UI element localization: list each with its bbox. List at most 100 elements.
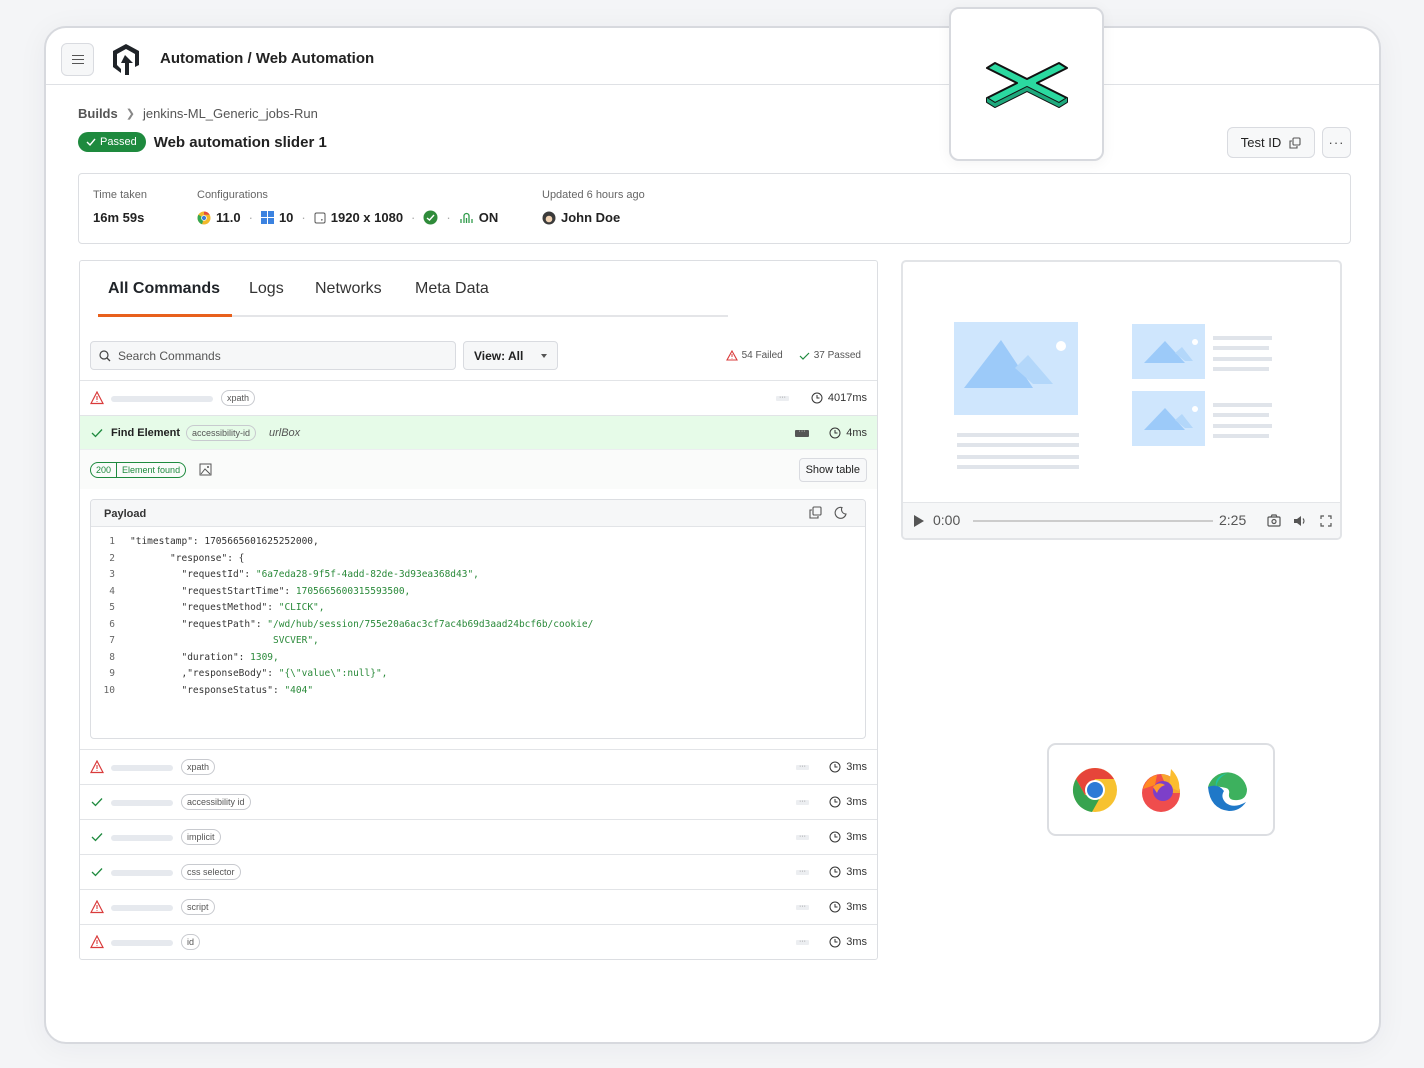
duration: 3ms — [829, 866, 867, 878]
line-number: 6 — [109, 618, 115, 630]
separator: · — [411, 210, 416, 225]
chrome-icon — [1072, 767, 1117, 812]
play-icon[interactable] — [913, 515, 924, 527]
code-line: 8 "duration": 1309, — [91, 652, 865, 669]
separator: · — [248, 210, 253, 225]
menu-button[interactable] — [61, 43, 94, 76]
clock-icon — [829, 901, 841, 913]
more-options-button[interactable]: ··· — [1322, 127, 1351, 158]
video-seek-bar[interactable] — [973, 520, 1213, 522]
duration-value: 4ms — [846, 427, 867, 439]
command-row-selected[interactable]: Find Element accessibility-id urlBox ···… — [80, 415, 877, 450]
more-icon[interactable]: ··· — [796, 868, 809, 875]
tab-logs[interactable]: Logs — [249, 280, 284, 298]
command-row[interactable]: xpath ··· 4017ms — [80, 380, 877, 415]
clock-icon — [829, 936, 841, 948]
clock-icon — [829, 761, 841, 773]
test-id-button[interactable]: Test ID — [1227, 127, 1315, 158]
line-number: 10 — [103, 684, 115, 696]
duration: 3ms — [829, 936, 867, 948]
show-table-button[interactable]: Show table — [798, 458, 867, 482]
more-icon[interactable]: ··· — [796, 763, 809, 770]
search-input[interactable]: Search Commands — [90, 341, 456, 370]
test-title: Web automation slider 1 — [153, 133, 327, 151]
updated-label: Updated 6 hours ago — [542, 189, 645, 201]
warning-icon — [725, 350, 738, 361]
dark-mode-icon[interactable] — [834, 506, 847, 519]
tab-meta-data[interactable]: Meta Data — [415, 280, 489, 298]
volume-icon[interactable] — [1293, 515, 1307, 527]
check-icon — [86, 138, 96, 147]
command-row[interactable]: accessibility id ··· 3ms — [80, 784, 877, 819]
caret-down-icon — [541, 354, 547, 358]
lambdatest-hyperexecute-logo-card — [949, 7, 1104, 161]
video-preview-illustration — [954, 322, 1272, 469]
tab-all-commands[interactable]: All Commands — [108, 280, 220, 298]
fullscreen-icon[interactable] — [1320, 515, 1332, 527]
line-number: 3 — [109, 569, 115, 580]
configurations-label: Configurations — [197, 189, 268, 201]
duration: 3ms — [829, 796, 867, 808]
command-row[interactable]: xpath ··· 3ms — [80, 749, 877, 784]
failed-count-label: 54 Failed — [741, 350, 783, 361]
code-key: "duration": — [181, 651, 251, 663]
code-key: "responseStatus": — [181, 684, 285, 696]
active-tab-indicator — [98, 314, 232, 317]
more-icon[interactable]: ··· — [796, 903, 809, 910]
camera-icon[interactable] — [1267, 514, 1281, 527]
locator-chip: xpath — [221, 390, 256, 406]
command-row[interactable]: css selector ··· 3ms — [80, 854, 877, 889]
warning-icon — [90, 935, 104, 949]
chevron-right-icon: ❯ — [125, 108, 135, 120]
more-icon[interactable]: ··· — [795, 428, 809, 437]
view-filter-select[interactable]: View: All — [463, 341, 558, 370]
code-value: 1705665600315593500, — [295, 585, 411, 597]
code-text: "response": { — [130, 553, 244, 564]
passed-count[interactable]: 37 Passed — [799, 350, 861, 361]
failed-count[interactable]: 54 Failed — [725, 350, 783, 361]
line-number: 7 — [109, 635, 115, 646]
code-key: "response": { — [170, 552, 245, 564]
command-row[interactable]: script ··· 3ms — [80, 889, 877, 924]
command-row[interactable]: id ··· 3ms — [80, 924, 877, 959]
test-info-card: Time taken 16m 59s Configurations 11.0 ·… — [78, 173, 1351, 244]
check-icon — [799, 352, 810, 360]
user-value: John Doe — [542, 210, 620, 225]
code-text: SVCVER", — [130, 635, 319, 646]
duration: 3ms — [829, 831, 867, 843]
page-title: Automation / Web Automation — [160, 50, 375, 67]
check-icon — [91, 868, 103, 877]
screenshot-icon[interactable] — [199, 463, 212, 476]
duration-value: 3ms — [846, 866, 867, 878]
video-player: 0:00 2:25 — [901, 260, 1342, 540]
copy-icon[interactable] — [809, 506, 822, 519]
more-icon[interactable]: ··· — [796, 833, 809, 840]
code-text: "timestamp": 1705665601625252000, — [130, 536, 319, 547]
breadcrumb-current[interactable]: jenkins-ML_Generic_jobs-Run — [143, 106, 318, 121]
code-text: "requestPath": "/wd/hub/session/755e20a6… — [130, 619, 593, 630]
firefox-icon — [1141, 768, 1180, 812]
code-value: "{\"value\":null}", — [278, 668, 388, 679]
check-icon — [91, 833, 103, 842]
more-icon[interactable]: ··· — [796, 798, 809, 805]
duration-value: 3ms — [846, 901, 867, 913]
video-controls: 0:00 2:25 — [903, 502, 1340, 538]
code-value: 1705665601625252000, — [204, 536, 319, 547]
more-icon[interactable]: ··· — [796, 938, 809, 945]
code-key: "requestStartTime": — [181, 585, 296, 597]
command-row[interactable]: implicit ··· 3ms — [80, 819, 877, 854]
payload-viewer: Payload 1 "timestamp": 170566560162525200… — [90, 499, 866, 739]
selenium-icon — [423, 210, 438, 225]
breadcrumb-builds[interactable]: Builds — [78, 106, 118, 121]
check-icon — [91, 798, 103, 807]
more-icon[interactable]: ··· — [776, 394, 789, 401]
status-badge: Passed — [78, 132, 146, 152]
tab-networks[interactable]: Networks — [315, 280, 382, 298]
command-name-placeholder — [111, 765, 173, 771]
code-value: "/wd/hub/session/755e20a6ac3cf7ac4b69d3a… — [267, 618, 594, 630]
